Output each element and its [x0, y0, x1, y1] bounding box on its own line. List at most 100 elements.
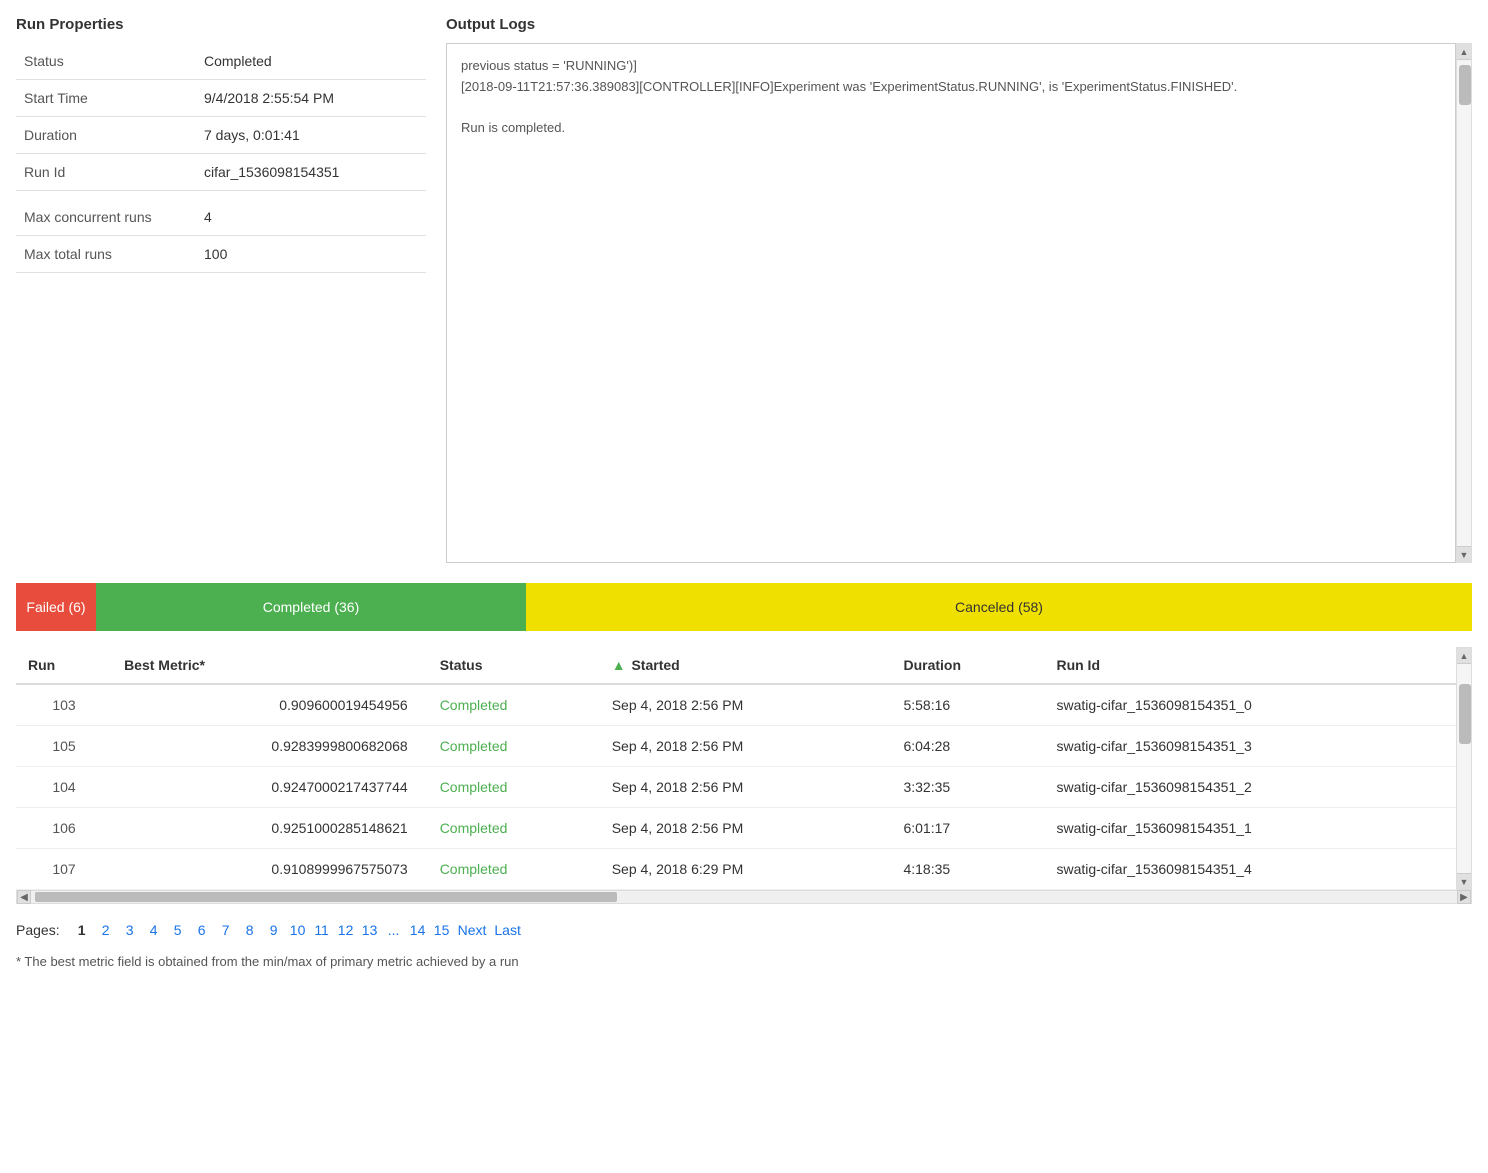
pagination: Pages: 12345678910111213 ... 1415NextLas…	[16, 918, 1472, 942]
prop-label: Max concurrent runs	[16, 199, 196, 236]
table-row: 1050.9283999800682068CompletedSep 4, 201…	[16, 726, 1456, 767]
runs-table-body: 1030.909600019454956CompletedSep 4, 2018…	[16, 684, 1456, 890]
col-header-metric[interactable]: Best Metric*	[112, 647, 428, 684]
run-properties-panel: Run Properties StatusCompletedStart Time…	[16, 16, 426, 563]
prop-value: 7 days, 0:01:41	[196, 117, 426, 154]
table-scroll-thumb[interactable]	[1459, 684, 1471, 744]
page-link-6[interactable]: 6	[190, 918, 214, 942]
cell-status: Completed	[428, 849, 600, 890]
prop-value: 9/4/2018 2:55:54 PM	[196, 80, 426, 117]
page-link-13[interactable]: 13	[358, 918, 382, 942]
log-scroll-thumb[interactable]	[1459, 65, 1471, 105]
cell-duration: 5:58:16	[891, 684, 1044, 726]
cell-status: Completed	[428, 808, 600, 849]
runs-table: RunBest Metric*Status▲ StartedDurationRu…	[16, 647, 1456, 890]
cell-duration: 6:04:28	[891, 726, 1044, 767]
page-link-10[interactable]: 10	[286, 918, 310, 942]
page-link-8[interactable]: 8	[238, 918, 262, 942]
prop-label: Status	[16, 43, 196, 80]
col-header-duration[interactable]: Duration	[891, 647, 1044, 684]
col-header-runId[interactable]: Run Id	[1044, 647, 1456, 684]
table-scroll-down-arrow[interactable]: ▼	[1457, 873, 1471, 889]
prop-value: Completed	[196, 43, 426, 80]
cell-duration: 3:32:35	[891, 767, 1044, 808]
page-link-1: 1	[70, 918, 94, 942]
pagination-last[interactable]: Last	[490, 918, 524, 942]
status-failed-segment[interactable]: Failed (6)	[16, 583, 96, 631]
cell-run: 107	[16, 849, 112, 890]
cell-run: 105	[16, 726, 112, 767]
cell-runId: swatig-cifar_1536098154351_3	[1044, 726, 1456, 767]
prop-row: Start Time9/4/2018 2:55:54 PM	[16, 80, 426, 117]
footnote: * The best metric field is obtained from…	[16, 954, 1472, 969]
cell-run: 103	[16, 684, 112, 726]
cell-status: Completed	[428, 726, 600, 767]
page-link-12[interactable]: 12	[334, 918, 358, 942]
run-properties-title: Run Properties	[16, 16, 426, 33]
prop-label: Max total runs	[16, 236, 196, 273]
prop-value: 4	[196, 199, 426, 236]
cell-started: Sep 4, 2018 2:56 PM	[600, 684, 892, 726]
runs-table-header: RunBest Metric*Status▲ StartedDurationRu…	[16, 647, 1456, 684]
page-link-3[interactable]: 3	[118, 918, 142, 942]
horiz-scroll-thumb[interactable]	[35, 892, 617, 902]
page-link-5[interactable]: 5	[166, 918, 190, 942]
prop-label: Start Time	[16, 80, 196, 117]
log-content: previous status = 'RUNNING')] [2018-09-1…	[461, 56, 1441, 139]
col-header-status[interactable]: Status	[428, 647, 600, 684]
status-completed-label: Completed (36)	[263, 599, 360, 615]
runs-section: RunBest Metric*Status▲ StartedDurationRu…	[16, 647, 1472, 904]
page-link-14[interactable]: 14	[406, 918, 430, 942]
prop-row: Max total runs100	[16, 236, 426, 273]
table-scroll-up-arrow[interactable]: ▲	[1457, 648, 1471, 664]
table-row: 1060.9251000285148621CompletedSep 4, 201…	[16, 808, 1456, 849]
prop-gap-row	[16, 191, 426, 200]
page-link-7[interactable]: 7	[214, 918, 238, 942]
page-link-4[interactable]: 4	[142, 918, 166, 942]
pagination-ellipsis: ...	[382, 918, 406, 942]
cell-started: Sep 4, 2018 6:29 PM	[600, 849, 892, 890]
status-canceled-segment[interactable]: Canceled (58)	[526, 583, 1472, 631]
col-header-started[interactable]: ▲ Started	[600, 647, 892, 684]
status-completed-segment[interactable]: Completed (36)	[96, 583, 526, 631]
horizontal-scrollbar[interactable]: ◀ ▶	[16, 890, 1472, 904]
table-vscroll: ▲ ▼	[1456, 647, 1472, 890]
status-failed-label: Failed (6)	[26, 599, 85, 615]
log-box: previous status = 'RUNNING')] [2018-09-1…	[446, 43, 1456, 563]
pagination-label: Pages:	[16, 922, 60, 938]
table-row: 1040.9247000217437744CompletedSep 4, 201…	[16, 767, 1456, 808]
output-logs-panel: Output Logs previous status = 'RUNNING')…	[446, 16, 1472, 563]
cell-started: Sep 4, 2018 2:56 PM	[600, 726, 892, 767]
cell-status: Completed	[428, 767, 600, 808]
scroll-left-arrow[interactable]: ◀	[17, 890, 31, 904]
log-scroll-down-arrow[interactable]: ▼	[1457, 546, 1471, 562]
log-outer: previous status = 'RUNNING')] [2018-09-1…	[446, 43, 1472, 563]
log-scroll-up-arrow[interactable]: ▲	[1457, 44, 1471, 60]
page-link-15[interactable]: 15	[430, 918, 454, 942]
prop-row: StatusCompleted	[16, 43, 426, 80]
cell-metric: 0.9251000285148621	[112, 808, 428, 849]
page-link-2[interactable]: 2	[94, 918, 118, 942]
cell-started: Sep 4, 2018 2:56 PM	[600, 767, 892, 808]
page-link-9[interactable]: 9	[262, 918, 286, 942]
cell-runId: swatig-cifar_1536098154351_4	[1044, 849, 1456, 890]
cell-metric: 0.909600019454956	[112, 684, 428, 726]
cell-run: 106	[16, 808, 112, 849]
page-link-11[interactable]: 11	[310, 918, 334, 942]
cell-status: Completed	[428, 684, 600, 726]
table-outer: RunBest Metric*Status▲ StartedDurationRu…	[16, 647, 1472, 890]
run-properties-table: StatusCompletedStart Time9/4/2018 2:55:5…	[16, 43, 426, 273]
prop-label: Run Id	[16, 154, 196, 191]
col-header-run[interactable]: Run	[16, 647, 112, 684]
cell-run: 104	[16, 767, 112, 808]
log-vscroll: ▲ ▼	[1456, 43, 1472, 563]
prop-label: Duration	[16, 117, 196, 154]
status-canceled-label: Canceled (58)	[955, 599, 1043, 615]
pagination-next[interactable]: Next	[454, 918, 491, 942]
scroll-right-arrow[interactable]: ▶	[1457, 890, 1471, 904]
cell-duration: 4:18:35	[891, 849, 1044, 890]
cell-duration: 6:01:17	[891, 808, 1044, 849]
status-bar: Failed (6) Completed (36) Canceled (58)	[16, 583, 1472, 631]
prop-value: 100	[196, 236, 426, 273]
cell-metric: 0.9283999800682068	[112, 726, 428, 767]
